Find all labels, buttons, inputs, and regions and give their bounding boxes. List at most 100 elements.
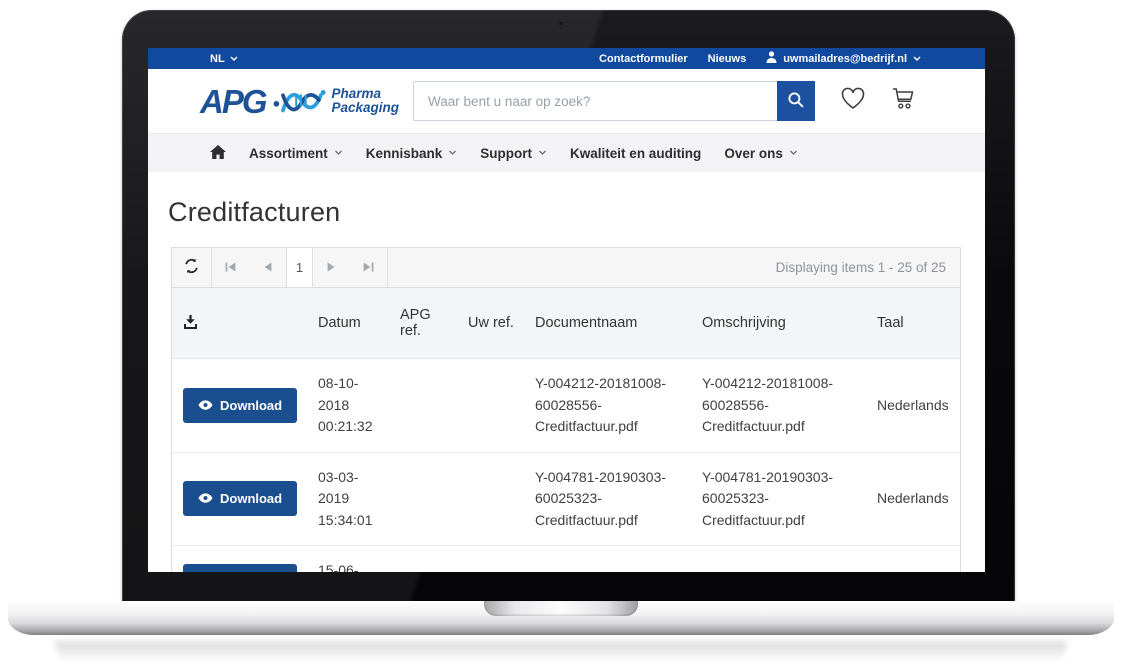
cell-apg-ref [392,546,460,573]
grid-toolbar: 1 Displaying items 1 - 25 of 25 [172,248,960,288]
cell-documentnaam: Y-004781-20190615- [527,546,694,573]
wishlist-button[interactable] [840,87,866,115]
nav-item-kwaliteit-en-auditing[interactable]: Kwaliteit en auditing [570,146,701,161]
cart-icon [891,87,916,115]
logo-sub1: Pharma [332,87,400,101]
column-header-taal[interactable]: Taal [869,288,960,359]
cell-taal: Nederlands [869,359,960,453]
cell-documentnaam: Y-004212-20181008-60028556-Creditfactuur… [527,359,694,453]
cell-uw-ref [460,452,527,546]
cell-uw-ref [460,359,527,453]
nav-item-assortiment[interactable]: Assortiment [249,146,343,161]
column-header-documentnaam[interactable]: Documentnaam [527,288,694,359]
column-header-uw-ref[interactable]: Uw ref. [460,288,527,359]
logo-text: APG [200,85,266,118]
previous-page-icon [263,260,272,275]
download-button[interactable]: Download [183,388,297,423]
laptop-mockup: NL Contactformulier Nieuws uwmailadres@b… [0,0,1122,669]
refresh-icon [183,258,200,277]
column-header-datum[interactable]: Datum [310,288,392,359]
laptop-lid-notch [484,601,638,616]
cell-omschrijving: Y-004212-20181008-60028556-Creditfactuur… [694,359,869,453]
user-icon [766,51,777,66]
dna-helix-icon [272,84,328,118]
account-menu[interactable]: uwmailadres@bedrijf.nl [766,51,921,66]
nav-label: Support [480,146,532,161]
download-button[interactable]: Download [183,481,297,516]
chevron-down-icon [913,56,921,62]
search-input[interactable] [413,81,815,121]
cell-documentnaam: Y-004781-20190303-60025323-Creditfactuur… [527,452,694,546]
chevron-down-icon [230,56,238,62]
cell-datum: 15-06-2019 [310,546,392,573]
page-title: Creditfacturen [168,197,962,228]
documents-grid: 1 Displaying items 1 - 25 of 25 [171,247,961,572]
laptop-reflection [55,641,1067,667]
chevron-down-icon [448,150,457,156]
page-content: Creditfacturen [148,197,985,572]
apg-logo[interactable]: APG Pharma Packaging [200,84,399,118]
refresh-button[interactable] [172,248,212,287]
table-header-row: Datum APG ref. Uw ref. Documentnaam Omsc… [172,288,960,359]
account-email: uwmailadres@bedrijf.nl [783,53,907,65]
news-link[interactable]: Nieuws [708,53,747,65]
search-bar [413,81,815,121]
cell-taal [869,546,960,573]
download-tray-icon [183,317,198,333]
download-all-header[interactable] [172,288,310,359]
search-icon [787,91,805,112]
last-page-icon [363,260,374,275]
cell-datum: 03-03-2019 15:34:01 [310,452,392,546]
chevron-down-icon [334,150,343,156]
laptop-base [8,601,1114,635]
nav-home[interactable] [210,145,226,162]
nav-label: Over ons [724,146,783,161]
eye-icon [198,491,213,506]
cell-datum: 08-10-2018 00:21:32 [310,359,392,453]
site-header: APG Pharma Packaging [148,69,985,133]
current-page-indicator[interactable]: 1 [286,248,313,287]
contact-link[interactable]: Contactformulier [599,53,688,65]
nav-item-support[interactable]: Support [480,146,547,161]
heart-icon [840,87,866,115]
language-selector[interactable]: NL [210,53,238,65]
nav-label: Assortiment [249,146,328,161]
paging-status: Displaying items 1 - 25 of 25 [776,260,960,275]
nav-label: Kwaliteit en auditing [570,146,701,161]
documents-table: Datum APG ref. Uw ref. Documentnaam Omsc… [172,288,960,572]
cell-omschrijving: Y-004781-20190303-60025323-Creditfactuur… [694,452,869,546]
cell-omschrijving: Y-004781-20190615- [694,546,869,573]
cell-taal: Nederlands [869,452,960,546]
last-page-button[interactable] [350,248,387,287]
search-button[interactable] [777,81,815,121]
download-button-label: Download [220,491,282,506]
previous-page-button[interactable] [249,248,286,287]
nav-item-kennisbank[interactable]: Kennisbank [366,146,458,161]
cart-button[interactable] [891,87,916,115]
next-page-icon [327,260,336,275]
main-nav: Assortiment Kennisbank Support Kwaliteit… [148,133,985,172]
column-header-apg-ref[interactable]: APG ref. [392,288,460,359]
first-page-icon [225,260,236,275]
nav-label: Kennisbank [366,146,443,161]
table-row: Download 08-10-2018 00:21:32 Y-004212-20… [172,359,960,453]
table-row: Download 15-06-2019 Y-004781-20190615- Y… [172,546,960,573]
logo-sub2: Packaging [332,101,400,115]
first-page-button[interactable] [212,248,249,287]
nav-item-over-ons[interactable]: Over ons [724,146,798,161]
cell-uw-ref [460,546,527,573]
download-button[interactable]: Download [183,564,297,572]
table-row: Download 03-03-2019 15:34:01 Y-004781-20… [172,452,960,546]
language-label: NL [210,53,225,65]
home-icon [210,145,226,162]
column-header-omschrijving[interactable]: Omschrijving [694,288,869,359]
download-button-label: Download [220,398,282,413]
browser-screen: NL Contactformulier Nieuws uwmailadres@b… [148,48,985,572]
cell-apg-ref [392,452,460,546]
chevron-down-icon [789,150,798,156]
next-page-button[interactable] [313,248,350,287]
cell-apg-ref [392,359,460,453]
pagination: 1 [212,248,388,287]
eye-icon [198,398,213,413]
chevron-down-icon [538,150,547,156]
